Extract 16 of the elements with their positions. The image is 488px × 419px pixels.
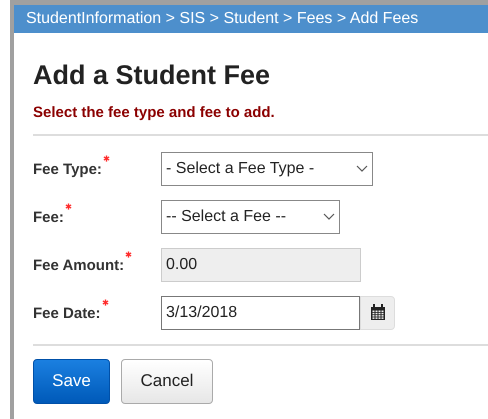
page-title: Add a Student Fee [33,59,272,91]
calendar-icon [370,304,386,321]
chevron-down-icon [356,164,368,172]
select-dropdown[interactable]: -- Select a Fee -- [161,200,340,234]
field-label: Fee Date: [33,304,101,324]
field-label: Fee Amount: [33,256,124,276]
instruction-text: Select the fee type and fee to add. [33,103,276,123]
chevron-down-icon [323,212,335,220]
date-field[interactable]: 3/13/2018 [161,296,360,330]
field-label: Fee: [33,208,64,228]
calendar-button[interactable] [360,296,395,330]
breadcrumb-bar: StudentInformation > SIS > Student > Fees > Add Fees [14,5,488,33]
select-dropdown[interactable]: - Select a Fee Type - [161,152,373,186]
field-label: Fee Type: [33,160,102,180]
cancel-button[interactable]: Cancel [121,358,213,404]
save-button[interactable]: Save [33,358,110,404]
